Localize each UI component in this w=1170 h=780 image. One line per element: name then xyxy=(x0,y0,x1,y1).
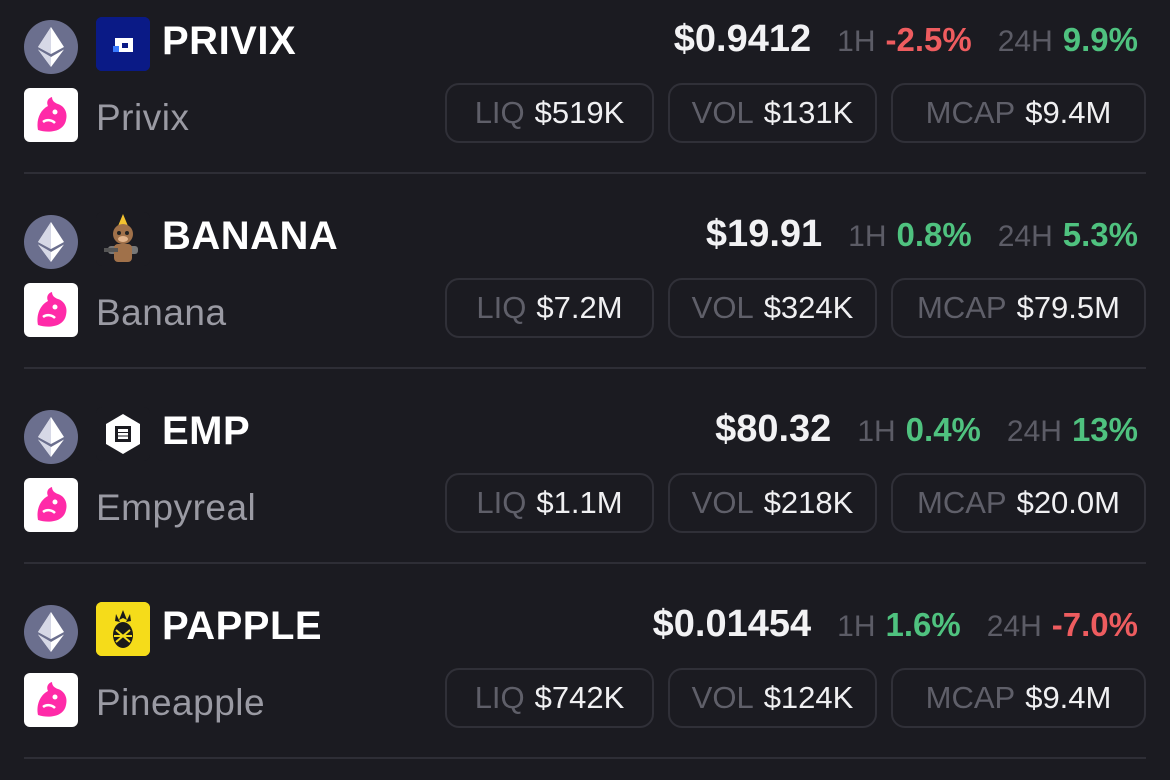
liq-label: LIQ xyxy=(476,290,527,325)
ethereum-icon xyxy=(24,20,78,74)
row-divider xyxy=(24,367,1146,369)
ethereum-icon xyxy=(24,605,78,659)
token-symbol: PRIVIX xyxy=(162,19,297,63)
empyreal-hexagon-icon xyxy=(96,407,150,461)
banana-monkey-icon xyxy=(96,212,150,266)
h24-change: 5.3% xyxy=(1062,216,1138,253)
h24-change: 13% xyxy=(1071,411,1138,448)
liq-value: $7.2M xyxy=(536,290,623,325)
liq-value: $742K xyxy=(534,680,625,715)
mcap-label: MCAP xyxy=(917,485,1007,520)
ethereum-icon xyxy=(24,215,78,269)
row-divider xyxy=(24,562,1146,564)
mcap-value: $9.4M xyxy=(1025,680,1112,715)
volume-pill: VOL $324K xyxy=(668,278,877,338)
vol-value: $324K xyxy=(763,290,854,325)
mcap-pill: MCAP $9.4M xyxy=(891,83,1146,143)
vol-value: $131K xyxy=(763,95,854,130)
h1-change: 1.6% xyxy=(885,606,961,643)
uniswap-unicorn-icon xyxy=(24,88,78,142)
price-change-group: $0.01454 1H 1.6% 24H -7.0% xyxy=(653,600,1138,651)
stats-group: LIQ $1.1M VOL $218K MCAP $20.0M xyxy=(445,473,1146,533)
token-name: Pineapple xyxy=(96,682,266,723)
token-symbol: PAPPLE xyxy=(162,604,323,648)
volume-pill: VOL $124K xyxy=(668,668,877,728)
liquidity-pill: LIQ $519K xyxy=(445,83,654,143)
mcap-pill: MCAP $9.4M xyxy=(891,668,1146,728)
mcap-label: MCAP xyxy=(925,95,1016,130)
mcap-pill: MCAP $79.5M xyxy=(891,278,1146,338)
vol-label: VOL xyxy=(691,95,754,130)
token-name: Privix xyxy=(96,97,190,138)
vol-label: VOL xyxy=(691,290,754,325)
stats-group: LIQ $519K VOL $131K MCAP $9.4M xyxy=(445,83,1146,143)
h1-change: 0.8% xyxy=(896,216,972,253)
h1-label: 1H xyxy=(857,415,896,448)
mcap-value: $20.0M xyxy=(1016,485,1120,520)
liq-value: $519K xyxy=(534,95,625,130)
token-name: Empyreal xyxy=(96,487,257,528)
liquidity-pill: LIQ $1.1M xyxy=(445,473,654,533)
mcap-pill: MCAP $20.0M xyxy=(891,473,1146,533)
h1-label: 1H xyxy=(848,220,887,253)
uniswap-unicorn-icon xyxy=(24,478,78,532)
price-change-group: $19.91 1H 0.8% 24H 5.3% xyxy=(706,210,1138,261)
h1-label: 1H xyxy=(837,25,876,58)
token-list: PRIVIX $0.9412 1H -2.5% 24H 9.9% Privix … xyxy=(0,0,1170,763)
privix-logo-icon xyxy=(96,17,150,71)
row-divider xyxy=(24,757,1146,759)
vol-label: VOL xyxy=(691,680,754,715)
token-row[interactable]: EMP $80.32 1H 0.4% 24H 13% Empyreal LIQ $… xyxy=(0,390,1170,585)
token-price: $0.9412 xyxy=(673,18,812,60)
h24-label: 24H xyxy=(1006,415,1062,448)
token-row[interactable]: PAPPLE $0.01454 1H 1.6% 24H -7.0% Pineap… xyxy=(0,585,1170,780)
mcap-label: MCAP xyxy=(925,680,1016,715)
liquidity-pill: LIQ $742K xyxy=(445,668,654,728)
h24-label: 24H xyxy=(997,25,1053,58)
token-price: $80.32 xyxy=(715,408,832,450)
token-price: $0.01454 xyxy=(652,603,812,645)
uniswap-unicorn-icon xyxy=(24,283,78,337)
vol-value: $124K xyxy=(763,680,854,715)
h24-label: 24H xyxy=(997,220,1053,253)
token-row[interactable]: BANANA $19.91 1H 0.8% 24H 5.3% Banana LI… xyxy=(0,195,1170,390)
token-price: $19.91 xyxy=(705,213,823,255)
vol-value: $218K xyxy=(763,485,854,520)
token-symbol: EMP xyxy=(162,409,251,453)
mcap-label: MCAP xyxy=(917,290,1007,325)
stats-group: LIQ $742K VOL $124K MCAP $9.4M xyxy=(445,668,1146,728)
ethereum-icon xyxy=(24,410,78,464)
price-change-group: $80.32 1H 0.4% 24H 13% xyxy=(715,405,1138,456)
mcap-value: $9.4M xyxy=(1025,95,1112,130)
h1-change: -2.5% xyxy=(885,21,972,58)
liq-value: $1.1M xyxy=(536,485,623,520)
volume-pill: VOL $131K xyxy=(668,83,877,143)
h1-label: 1H xyxy=(837,610,876,643)
h24-change: -7.0% xyxy=(1051,606,1138,643)
h24-label: 24H xyxy=(986,610,1042,643)
liq-label: LIQ xyxy=(474,95,525,130)
price-change-group: $0.9412 1H -2.5% 24H 9.9% xyxy=(674,15,1138,66)
mcap-value: $79.5M xyxy=(1016,290,1120,325)
token-name: Banana xyxy=(96,292,227,333)
token-symbol: BANANA xyxy=(162,214,339,258)
liq-label: LIQ xyxy=(476,485,527,520)
pineapple-icon xyxy=(96,602,150,656)
liq-label: LIQ xyxy=(474,680,525,715)
h1-change: 0.4% xyxy=(905,411,981,448)
uniswap-unicorn-icon xyxy=(24,673,78,727)
token-row[interactable]: PRIVIX $0.9412 1H -2.5% 24H 9.9% Privix … xyxy=(0,0,1170,195)
liquidity-pill: LIQ $7.2M xyxy=(445,278,654,338)
vol-label: VOL xyxy=(691,485,754,520)
h24-change: 9.9% xyxy=(1062,21,1138,58)
row-divider xyxy=(24,172,1146,174)
volume-pill: VOL $218K xyxy=(668,473,877,533)
stats-group: LIQ $7.2M VOL $324K MCAP $79.5M xyxy=(445,278,1146,338)
